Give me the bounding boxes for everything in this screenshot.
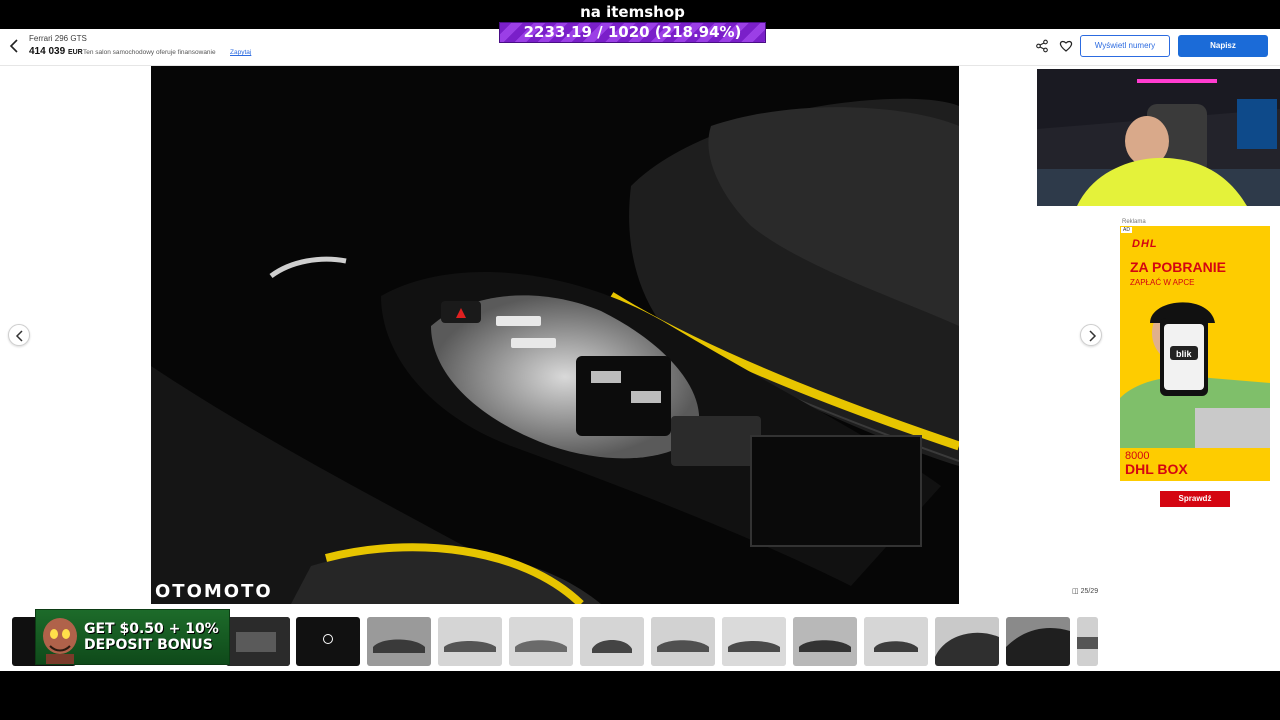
thumbnail[interactable] <box>651 617 715 666</box>
thumbnail-image <box>509 617 573 666</box>
dhl-advertisement[interactable]: AD DHL ZA POBRANIE ZAPŁAĆ W APCE blik 80… <box>1120 226 1270 525</box>
thumbnail-image <box>367 617 431 666</box>
favorite-button[interactable] <box>1059 39 1073 53</box>
thumbnail[interactable] <box>1006 617 1070 666</box>
thumbnail[interactable] <box>367 617 431 666</box>
thumbnail-image <box>438 617 502 666</box>
thumbnail[interactable] <box>935 617 999 666</box>
otomoto-watermark: OTOMOTO <box>155 581 273 602</box>
ad-check-button[interactable]: Sprawdź <box>1160 491 1230 507</box>
listing-title: Ferrari 296 GTS <box>29 34 87 43</box>
chat-icon <box>323 634 333 644</box>
ad-badge: AD <box>1121 227 1132 233</box>
price-currency: EUR <box>67 49 83 56</box>
thumbnail[interactable] <box>722 617 786 666</box>
photo-counter: ◫ 25/29 <box>1072 587 1098 595</box>
screen: na itemshop 2233.19 / 1020 (218.94%) Fer… <box>0 0 1280 720</box>
thumbnail-image <box>1006 617 1070 666</box>
thumbnail[interactable] <box>864 617 928 666</box>
heart-icon <box>1059 40 1073 52</box>
deposit-bonus-banner[interactable]: GET $0.50 + 10% DEPOSIT BONUS <box>35 609 230 665</box>
price-value: 414 039 <box>29 46 66 57</box>
thumbnail[interactable] <box>793 617 857 666</box>
thumbnail-video[interactable] <box>296 617 360 666</box>
goblin-mascot-image <box>43 618 77 664</box>
write-message-button[interactable]: Napisz <box>1178 35 1268 57</box>
financing-ask-link[interactable]: Zapytaj <box>230 49 251 56</box>
financing-note: Ten salon samochodowy oferuje finansowan… <box>83 49 216 56</box>
thumbnail-image <box>580 617 644 666</box>
promo-line-2: DEPOSIT BONUS <box>84 637 213 653</box>
chevron-left-icon <box>15 330 23 342</box>
back-button[interactable] <box>8 38 22 54</box>
chevron-right-icon <box>1089 330 1097 342</box>
thumbnail[interactable] <box>1077 617 1098 666</box>
webcam-image <box>1037 69 1280 206</box>
thumbnail[interactable] <box>438 617 502 666</box>
share-button[interactable] <box>1035 39 1049 53</box>
ad-product: DHL BOX <box>1125 461 1188 477</box>
camera-icon: ◫ <box>1072 588 1079 595</box>
photo-counter-text: 25/29 <box>1080 588 1099 595</box>
thumbnail-image <box>793 617 857 666</box>
next-photo-button[interactable] <box>1080 324 1102 346</box>
ad-label: Reklama <box>1122 219 1146 225</box>
thumbnail[interactable] <box>226 617 290 666</box>
thumbnail-image <box>1077 617 1098 666</box>
streamer-webcam <box>1037 69 1280 206</box>
thumbnail-image <box>935 617 999 666</box>
photo-gallery: OTOMOTO ◫ 25/29 <box>0 66 1110 604</box>
main-photo[interactable]: OTOMOTO <box>151 66 959 604</box>
promo-line-1: GET $0.50 + 10% <box>84 621 219 637</box>
ad-person-image: blik <box>1120 302 1270 448</box>
share-icon <box>1036 39 1048 53</box>
goal-progress-bar: 2233.19 / 1020 (218.94%) <box>499 22 766 43</box>
ad-phone-text: blik <box>1176 349 1192 359</box>
thumbnail-image <box>226 617 290 666</box>
thumbnail-image <box>651 617 715 666</box>
dhl-logo: DHL <box>1132 238 1158 250</box>
car-interior-image <box>151 66 959 604</box>
thumbnail[interactable] <box>580 617 644 666</box>
bottom-letterbox <box>0 671 1280 720</box>
previous-photo-button[interactable] <box>8 324 30 346</box>
show-numbers-button[interactable]: Wyświetl numery <box>1080 35 1170 57</box>
ad-headline: ZA POBRANIE <box>1130 259 1226 275</box>
promo-text: GET $0.50 + 10% DEPOSIT BONUS <box>84 621 219 653</box>
thumbnail-image <box>864 617 928 666</box>
thumbnail[interactable] <box>509 617 573 666</box>
listing-price: 414 039 EUR <box>29 46 83 57</box>
thumbnail-image <box>722 617 786 666</box>
chevron-left-icon <box>9 39 18 53</box>
stream-title: na itemshop <box>580 3 685 21</box>
ad-subline: ZAPŁAĆ W APCE <box>1130 278 1195 287</box>
